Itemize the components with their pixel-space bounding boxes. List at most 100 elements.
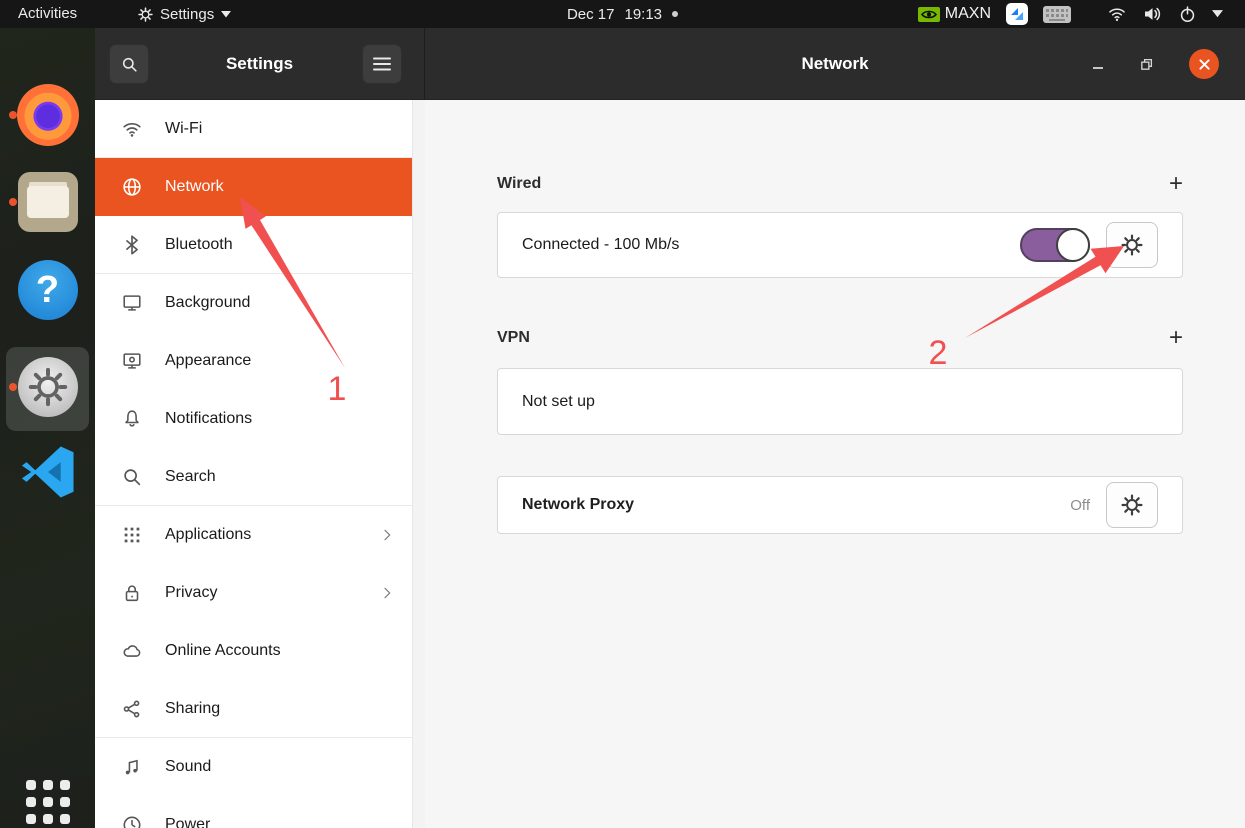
hamburger-menu-button[interactable]	[362, 44, 402, 84]
globe-icon	[121, 176, 143, 198]
sidebar-item-label: Search	[165, 468, 216, 486]
dock-item-app-grid[interactable]	[0, 780, 95, 824]
sidebar-item-label: Background	[165, 294, 250, 312]
close-icon	[1198, 58, 1211, 71]
files-icon	[18, 172, 78, 232]
add-wired-connection-button[interactable]: +	[1169, 174, 1183, 194]
sidebar-item-label: Sound	[165, 758, 211, 776]
wired-section-header: Wired +	[497, 172, 1183, 196]
network-panel: Network Wired + Connected - 100 Mb/	[425, 28, 1245, 828]
wifi-status-icon[interactable]	[1107, 4, 1127, 24]
running-indicator	[9, 383, 17, 391]
app-grid-icon	[26, 780, 70, 824]
monitor-icon	[121, 292, 143, 314]
sidebar-item-background[interactable]: Background	[95, 274, 425, 332]
sidebar-item-label: Power	[165, 816, 210, 828]
sidebar-item-notifications[interactable]: Notifications	[95, 390, 425, 448]
volume-icon[interactable]	[1142, 4, 1163, 24]
sidebar-item-sound[interactable]: Sound	[95, 738, 425, 796]
dock-item-firefox[interactable]	[0, 84, 95, 146]
gear-icon	[1121, 234, 1143, 256]
clock-date: Dec 17	[567, 6, 615, 23]
dock-item-help[interactable]: ?	[0, 260, 95, 320]
magnifier-icon	[121, 466, 143, 488]
help-icon: ?	[18, 260, 78, 320]
notification-dot-icon	[672, 11, 678, 17]
app-grid-icon	[121, 524, 143, 546]
gpu-mode-label: MAXN	[945, 5, 991, 23]
sidebar-item-sharing[interactable]: Sharing	[95, 680, 425, 738]
clock-time: 19:13	[624, 6, 662, 23]
bell-icon	[121, 408, 143, 430]
dock: ?	[0, 28, 95, 828]
share-icon	[121, 698, 143, 720]
sidebar-item-label: Notifications	[165, 410, 252, 428]
sidebar-item-label: Bluetooth	[165, 236, 233, 254]
wired-status: Connected - 100 Mb/s	[522, 236, 679, 254]
power-icon	[121, 814, 143, 828]
system-top-bar: Activities Settings Dec 17 19:13 MAXN	[0, 0, 1245, 28]
gear-icon	[1121, 494, 1143, 516]
minimize-icon	[1091, 57, 1105, 71]
proxy-status: Off	[1070, 497, 1090, 514]
appearance-icon	[121, 350, 143, 372]
vpn-heading: VPN	[497, 329, 530, 347]
vpn-row[interactable]: Not set up	[497, 368, 1183, 435]
running-indicator	[9, 198, 17, 206]
wired-settings-button[interactable]	[1106, 222, 1158, 268]
sidebar-item-label: Appearance	[165, 352, 251, 370]
window-title: Network	[425, 28, 1245, 100]
wired-toggle[interactable]	[1020, 228, 1090, 262]
restore-button[interactable]	[1131, 49, 1161, 79]
music-note-icon	[121, 756, 143, 778]
proxy-label: Network Proxy	[522, 496, 634, 514]
sidebar-item-bluetooth[interactable]: Bluetooth	[95, 216, 425, 274]
sidebar-item-wifi[interactable]: Wi-Fi	[95, 100, 425, 158]
sidebar-item-search[interactable]: Search	[95, 448, 425, 506]
tray-app-icon[interactable]	[1006, 3, 1028, 25]
chevron-right-icon	[379, 585, 395, 601]
cloud-icon	[121, 640, 143, 662]
hamburger-icon	[373, 57, 391, 71]
chevron-right-icon	[379, 527, 395, 543]
chevron-down-icon[interactable]	[1212, 10, 1223, 18]
focused-app-highlight	[6, 347, 89, 431]
dock-item-files[interactable]	[0, 172, 95, 232]
system-tray: MAXN	[918, 0, 1223, 28]
sidebar-item-power[interactable]: Power	[95, 796, 425, 828]
sidebar-item-online-accounts[interactable]: Online Accounts	[95, 622, 425, 680]
vpn-section-header: VPN +	[497, 326, 1183, 350]
sidebar-scrollbar[interactable]	[412, 100, 425, 828]
sidebar-item-label: Network	[165, 178, 224, 196]
network-content: Wired + Connected - 100 Mb/s VPN + Not s…	[497, 100, 1183, 828]
gpu-mode-indicator[interactable]: MAXN	[918, 5, 991, 23]
sidebar-item-label: Sharing	[165, 700, 220, 718]
toggle-knob	[1056, 228, 1090, 262]
network-proxy-row[interactable]: Network Proxy Off	[497, 476, 1183, 534]
sidebar-item-network[interactable]: Network	[95, 158, 425, 216]
dock-item-vscode[interactable]	[0, 443, 95, 501]
wired-connection-row[interactable]: Connected - 100 Mb/s	[497, 212, 1183, 278]
sidebar-item-label: Privacy	[165, 584, 217, 602]
add-vpn-button[interactable]: +	[1169, 328, 1183, 348]
sidebar-header: Settings	[95, 28, 425, 100]
minimize-button[interactable]	[1083, 49, 1113, 79]
keyboard-icon[interactable]	[1043, 6, 1071, 23]
vscode-icon	[19, 443, 77, 501]
power-icon[interactable]	[1178, 5, 1197, 24]
sidebar-item-privacy[interactable]: Privacy	[95, 564, 425, 622]
proxy-settings-button[interactable]	[1106, 482, 1158, 528]
sidebar-item-appearance[interactable]: Appearance	[95, 332, 425, 390]
restore-icon	[1139, 57, 1154, 72]
wired-heading: Wired	[497, 175, 541, 193]
firefox-icon	[17, 84, 79, 146]
vpn-status: Not set up	[522, 393, 595, 411]
dock-item-settings[interactable]	[0, 357, 95, 417]
sidebar-item-applications[interactable]: Applications	[95, 506, 425, 564]
sidebar-list: Wi-Fi Network Bluetooth	[95, 100, 425, 828]
wifi-icon	[121, 118, 143, 140]
lock-icon	[121, 582, 143, 604]
nvidia-logo-icon	[918, 7, 940, 22]
window-titlebar[interactable]: Network	[425, 28, 1245, 100]
close-button[interactable]	[1189, 49, 1219, 79]
